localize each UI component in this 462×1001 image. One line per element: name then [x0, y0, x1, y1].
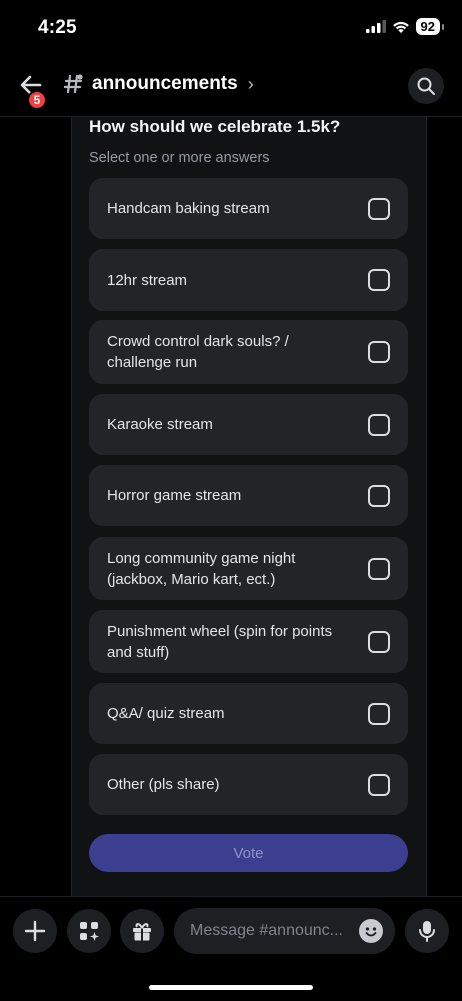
poll-answer-label: Long community game night (jackbox, Mari…: [107, 549, 296, 588]
signal-icon: [365, 20, 386, 33]
battery-indicator: 92: [415, 18, 445, 35]
apps-button[interactable]: [67, 909, 111, 953]
poll-answer-label: Punishment wheel (spin for points and st…: [107, 622, 333, 661]
channel-name: announcements: [92, 73, 238, 94]
poll-answer[interactable]: Horror game stream: [89, 465, 408, 526]
checkbox[interactable]: [368, 702, 390, 725]
vote-button[interactable]: Vote: [89, 834, 408, 872]
channel-title[interactable]: announcements ›: [64, 73, 254, 95]
add-button[interactable]: [13, 909, 57, 953]
poll-answer-label: Horror game stream: [107, 487, 242, 504]
channel-header: 5 announcements ›: [0, 60, 462, 116]
poll-answer[interactable]: Karaoke stream: [89, 394, 408, 455]
emoji-icon[interactable]: [359, 919, 383, 943]
poll-answer-label: 12hr stream: [107, 271, 188, 289]
plus-icon: [24, 920, 46, 942]
search-button[interactable]: [408, 68, 444, 104]
hash-icon: [64, 74, 83, 94]
checkbox[interactable]: [368, 773, 390, 796]
checkbox[interactable]: [368, 630, 390, 653]
unread-badge: 5: [27, 90, 47, 110]
status-time: 4:25: [38, 17, 77, 38]
checkbox[interactable]: [368, 484, 390, 507]
gift-button[interactable]: [120, 909, 164, 953]
checkbox[interactable]: [368, 269, 390, 291]
poll-answer[interactable]: Other (pls share): [89, 754, 408, 815]
message-input[interactable]: Message #announc...: [174, 908, 395, 954]
vote-label: Vote: [233, 844, 264, 862]
checkbox[interactable]: [368, 557, 390, 580]
poll-subtitle: Select one or more answers: [89, 150, 270, 166]
apps-icon: [80, 922, 99, 941]
message-placeholder: Message #announc...: [190, 922, 343, 939]
poll-question: How should we celebrate 1.5k?: [89, 117, 341, 136]
poll-answer[interactable]: 12hr stream: [89, 249, 408, 311]
poll-answer[interactable]: Q&A/ quiz stream: [89, 683, 408, 744]
checkbox[interactable]: [368, 413, 390, 436]
status-icons: 92: [365, 18, 445, 35]
poll-answer[interactable]: Crowd control dark souls? / challenge ru…: [89, 320, 408, 384]
voice-button[interactable]: [405, 909, 449, 953]
poll-answer-label: Other (pls share): [107, 776, 220, 793]
poll-answer-label: Crowd control dark souls? / challenge ru…: [107, 333, 289, 371]
gift-icon: [133, 923, 151, 941]
checkbox[interactable]: [368, 341, 390, 363]
poll-answer[interactable]: Punishment wheel (spin for points and st…: [89, 610, 408, 673]
poll-answer-label: Q&A/ quiz stream: [107, 705, 225, 722]
poll-answer[interactable]: Handcam baking stream: [89, 178, 408, 239]
chevron-right-icon: ›: [247, 73, 254, 94]
home-indicator[interactable]: [149, 985, 313, 990]
microphone-icon: [419, 921, 435, 942]
poll-answer[interactable]: Long community game night (jackbox, Mari…: [89, 537, 408, 600]
search-icon: [417, 77, 435, 95]
emoji-face-icon: [365, 927, 377, 937]
wifi-icon: [392, 21, 409, 33]
poll-answer-label: Karaoke stream: [107, 416, 213, 433]
checkbox[interactable]: [368, 197, 390, 220]
poll-answer-label: Handcam baking stream: [107, 200, 270, 217]
